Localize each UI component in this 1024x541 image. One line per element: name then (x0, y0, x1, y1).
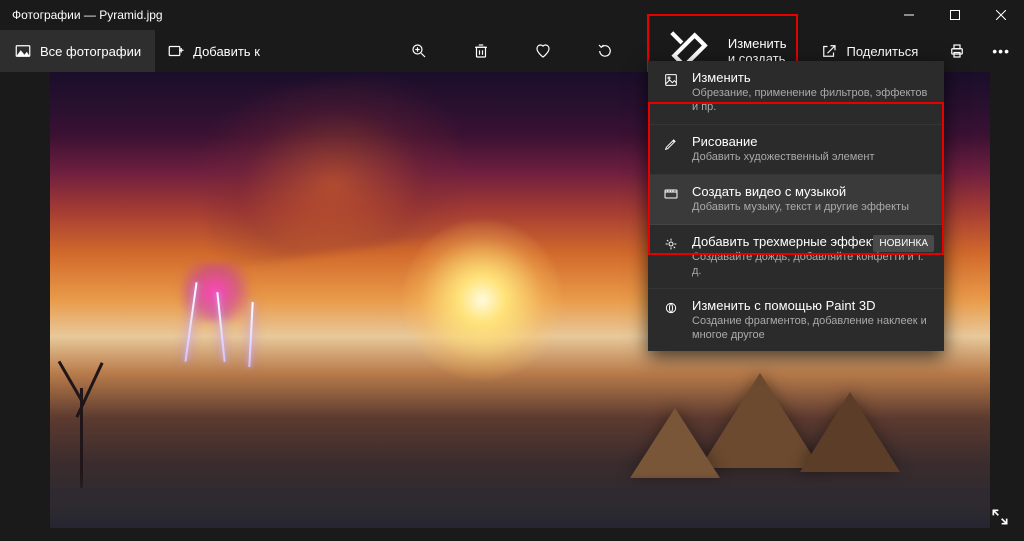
painting-pyramid (800, 392, 900, 472)
painting-flash (170, 262, 260, 322)
painting-foreground (50, 473, 990, 528)
trash-icon (472, 42, 490, 60)
ellipsis-icon: ••• (992, 43, 1010, 59)
menu-item-3d-effects[interactable]: Добавить трехмерные эффекты Создавайте д… (648, 225, 944, 289)
menu-item-subtitle: Создавайте дождь, добавляйте конфетти и … (692, 251, 930, 279)
pen-icon (662, 135, 680, 153)
rotate-button[interactable] (588, 34, 622, 68)
paint3d-icon (662, 299, 680, 317)
menu-item-paint3d[interactable]: Изменить с помощью Paint 3D Создание фра… (648, 289, 944, 352)
expand-icon (990, 507, 1010, 527)
fullscreen-button[interactable] (986, 503, 1014, 531)
gallery-icon (14, 42, 32, 60)
zoom-button[interactable] (402, 34, 436, 68)
add-to-button[interactable]: Добавить к (155, 34, 272, 68)
add-to-icon (167, 42, 185, 60)
painting-sun (402, 220, 562, 380)
edit-create-menu: Изменить Обрезание, применение фильтров,… (648, 61, 944, 351)
menu-item-edit[interactable]: Изменить Обрезание, применение фильтров,… (648, 61, 944, 125)
toolbar-left: Все фотографии Добавить к (0, 30, 272, 72)
video-music-icon (662, 185, 680, 203)
menu-item-subtitle: Обрезание, применение фильтров, эффектов… (692, 87, 930, 115)
share-label: Поделиться (846, 44, 918, 59)
menu-item-title: Изменить с помощью Paint 3D (692, 298, 930, 314)
delete-button[interactable] (464, 34, 498, 68)
menu-item-subtitle: Добавить художественный элемент (692, 151, 930, 165)
zoom-in-icon (410, 42, 428, 60)
menu-item-title: Рисование (692, 134, 930, 150)
sparkle-icon (662, 235, 680, 253)
edit-icon (662, 71, 680, 89)
menu-item-draw[interactable]: Рисование Добавить художественный элемен… (648, 125, 944, 175)
menu-item-title: Изменить (692, 70, 930, 86)
favorite-button[interactable] (526, 34, 560, 68)
all-photos-label: Все фотографии (40, 44, 141, 59)
new-badge: НОВИНКА (873, 235, 934, 252)
window-title: Фотографии — Pyramid.jpg (12, 8, 163, 22)
menu-item-create-video[interactable]: Создать видео с музыкой Добавить музыку,… (648, 175, 944, 225)
rotate-icon (596, 42, 614, 60)
add-to-label: Добавить к (193, 44, 260, 59)
menu-item-subtitle: Создание фрагментов, добавление наклеек … (692, 315, 930, 343)
print-button[interactable] (940, 34, 974, 68)
share-icon (820, 42, 838, 60)
toolbar-center (402, 34, 622, 68)
print-icon (948, 42, 966, 60)
more-button[interactable]: ••• (984, 35, 1018, 67)
menu-item-title: Создать видео с музыкой (692, 184, 930, 200)
heart-icon (534, 42, 552, 60)
painting-pyramid (630, 408, 720, 478)
menu-item-subtitle: Добавить музыку, текст и другие эффекты (692, 201, 930, 215)
all-photos-button[interactable]: Все фотографии (0, 30, 155, 72)
